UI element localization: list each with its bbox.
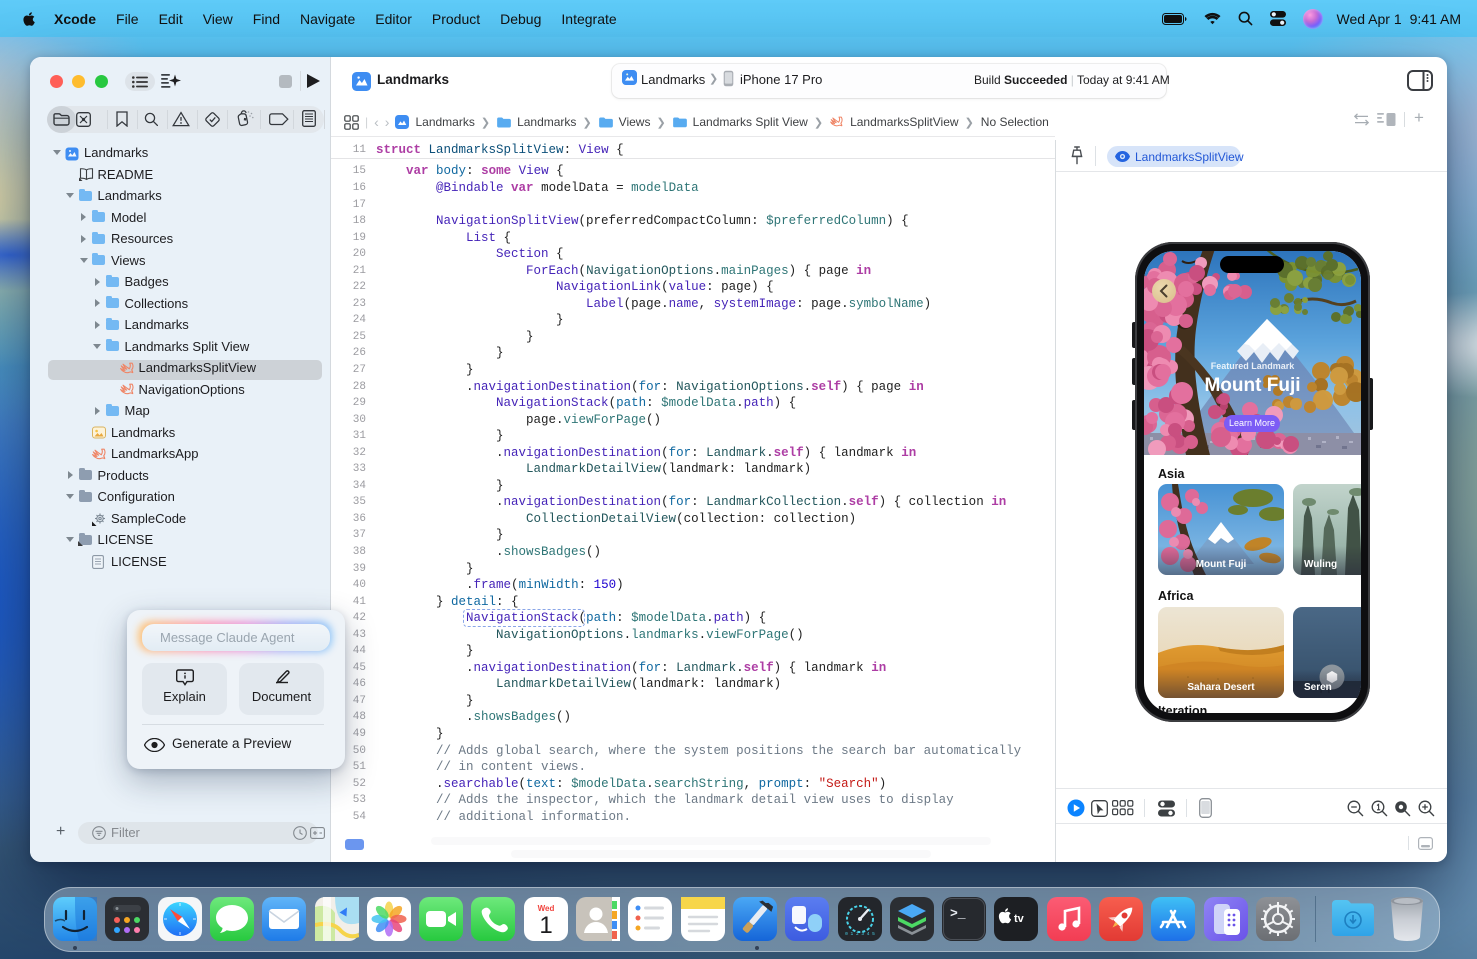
svg-text:>_: >_ [950,906,966,921]
svg-text:tv: tv [1014,913,1025,925]
svg-text:1: 1 [539,912,552,939]
svg-text:0 1 2 3 4 5: 0 1 2 3 4 5 [845,931,875,937]
